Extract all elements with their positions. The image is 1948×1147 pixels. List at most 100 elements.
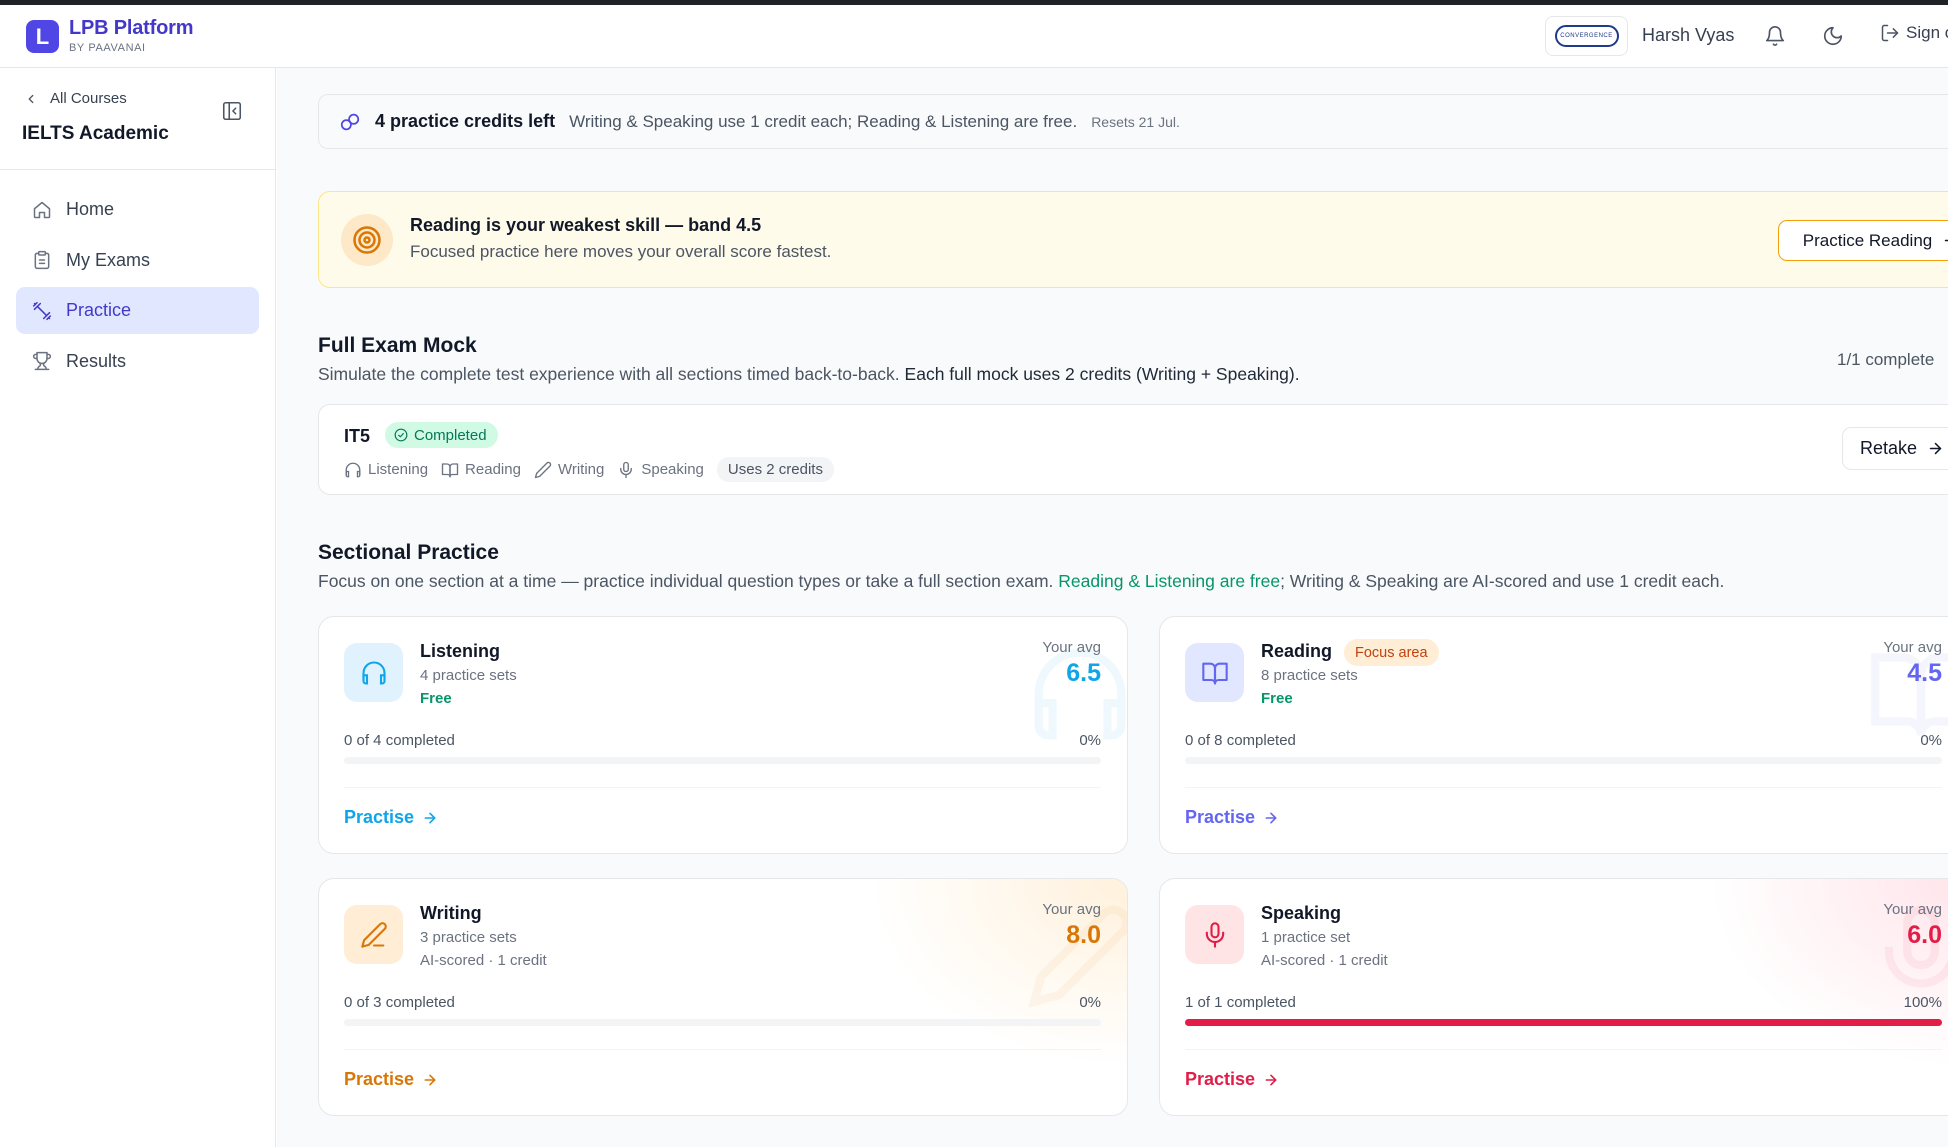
mock-completion-count: 1/1 complete [1837,350,1935,369]
credits-pill: Uses 2 credits [716,457,834,482]
chevron-left-icon [28,94,34,103]
brand[interactable]: LPB Platform BY PAAVANAI [69,17,193,54]
course-title: IELTS Academic [22,123,169,144]
listening-card: Listening 4 practice sets Free Your avg … [318,616,1128,854]
moon-icon[interactable] [1822,25,1844,47]
sidebar-item-results[interactable]: Results [16,338,259,385]
completion-percent: 100% [1903,994,1942,1011]
status-badge: Completed [385,422,498,448]
mock-exam-code: IT5 [344,426,371,446]
credits-description: Writing & Speaking use 1 credit each; Re… [569,111,1078,131]
sectional-practice-title: Sectional Practice [318,541,499,564]
sidebar-item-home[interactable]: Home [16,186,259,233]
card-divider [344,787,1101,788]
retake-button[interactable]: Retake [1842,427,1948,470]
avg-score: 6.5 [1066,659,1101,687]
section-listening: Listening [344,461,428,479]
card-price-tag: Free [1261,690,1293,707]
completion-label: 1 of 1 completed [1185,994,1296,1011]
all-courses-link[interactable]: All Courses [24,90,127,107]
card-divider [1185,1049,1942,1050]
practise-speaking-link[interactable]: Practise [1185,1069,1279,1090]
arrow-right-icon [1265,1074,1277,1085]
all-courses-label: All Courses [50,90,127,107]
practise-reading-link[interactable]: Practise [1185,807,1279,828]
check-circle-icon [394,428,408,442]
sidebar-item-label: My Exams [66,249,151,270]
sidebar-nav: Home My Exams Practice Results [16,186,259,388]
mock-exam-sections: Listening Reading Writing Speaking Uses … [344,457,834,482]
brand-subtitle: BY PAAVANAI [69,42,146,54]
completion-percent: 0% [1079,994,1101,1011]
mock-exam-card: IT5 Completed Listening Reading Writing … [318,404,1948,495]
sectional-practice-subtitle: Focus on one section at a time — practic… [318,571,1725,591]
bell-icon[interactable] [1764,25,1786,47]
sidebar-divider [0,169,276,170]
progress-bar [1185,757,1942,764]
credits-reset: Resets 21 Jul. [1091,113,1180,130]
practice-reading-label: Practice Reading [1802,230,1933,250]
headphones-icon [344,643,403,702]
pencil-icon [534,461,552,478]
avg-score: 6.0 [1907,921,1942,949]
sidebar-item-my-exams[interactable]: My Exams [16,237,259,284]
log-out-icon [1881,24,1899,42]
practice-reading-button[interactable]: Practice Reading [1778,220,1948,261]
progress-bar-fill [1185,1019,1942,1026]
sign-out-label: Sign o [1906,23,1948,42]
card-divider [1185,787,1942,788]
sidebar: All Courses IELTS Academic Home My Exams… [0,68,276,1147]
focus-area-badge: Focus area [1344,639,1439,666]
progress-bar [344,757,1101,764]
speaking-card: Speaking 1 practice set AI-scored · 1 cr… [1159,878,1948,1116]
completion-label: 0 of 8 completed [1185,732,1296,749]
card-price-tag: AI-scored · 1 credit [420,952,547,969]
book-open-icon [441,462,459,477]
microphone-icon [620,461,633,478]
card-sets-count: 3 practice sets [420,929,517,946]
arrow-right-icon [1929,442,1942,455]
brand-logo[interactable]: L [26,20,59,53]
section-reading: Reading [441,461,521,479]
sidebar-item-label: Practice [66,300,132,320]
full-exam-mock-subtitle: Simulate the complete test experience wi… [318,364,1300,384]
section-speaking: Speaking [617,461,704,479]
progress-bar [1185,1019,1942,1026]
book-open-icon [1185,643,1244,702]
avg-score: 4.5 [1907,659,1942,687]
completion-label: 0 of 3 completed [344,994,455,1011]
arrow-right-icon [1944,239,1948,242]
practise-listening-link[interactable]: Practise [344,807,438,828]
avg-label: Your avg [1042,639,1101,656]
main-content: 4 practice credits left Writing & Speaki… [277,68,1948,1147]
credits-count: 4 practice credits left [375,111,556,131]
sign-out-button[interactable]: Sign o [1880,23,1948,43]
avg-label: Your avg [1042,901,1101,918]
clipboard-icon [34,250,50,270]
completion-percent: 0% [1079,732,1101,749]
weakest-skill-title: Reading is your weakest skill — band 4.5 [410,215,762,235]
progress-bar [344,1019,1101,1026]
retake-label: Retake [1859,438,1918,458]
writing-card: Writing 3 practice sets AI-scored · 1 cr… [318,878,1128,1116]
full-exam-mock-title: Full Exam Mock [318,334,477,357]
collapse-sidebar-icon[interactable] [221,100,243,122]
card-divider [344,1049,1101,1050]
dumbbell-icon [32,301,52,320]
reading-card: Reading Focus area 8 practice sets Free … [1159,616,1948,854]
card-sets-count: 4 practice sets [420,667,517,684]
card-title: Writing [420,903,482,923]
practise-writing-link[interactable]: Practise [344,1069,438,1090]
card-sets-count: 1 practice set [1261,929,1351,946]
avg-label: Your avg [1883,901,1942,918]
card-price-tag: Free [420,690,452,707]
avg-label: Your avg [1883,639,1942,656]
sidebar-item-practice[interactable]: Practice [16,287,259,334]
weakest-skill-subtitle: Focused practice here moves your overall… [410,242,832,261]
user-name[interactable]: Harsh Vyas [1642,25,1734,46]
arrow-right-icon [424,1074,436,1085]
trophy-icon [32,351,52,371]
arrow-right-icon [424,812,436,823]
completion-label: 0 of 4 completed [344,732,455,749]
section-writing: Writing [534,461,604,479]
